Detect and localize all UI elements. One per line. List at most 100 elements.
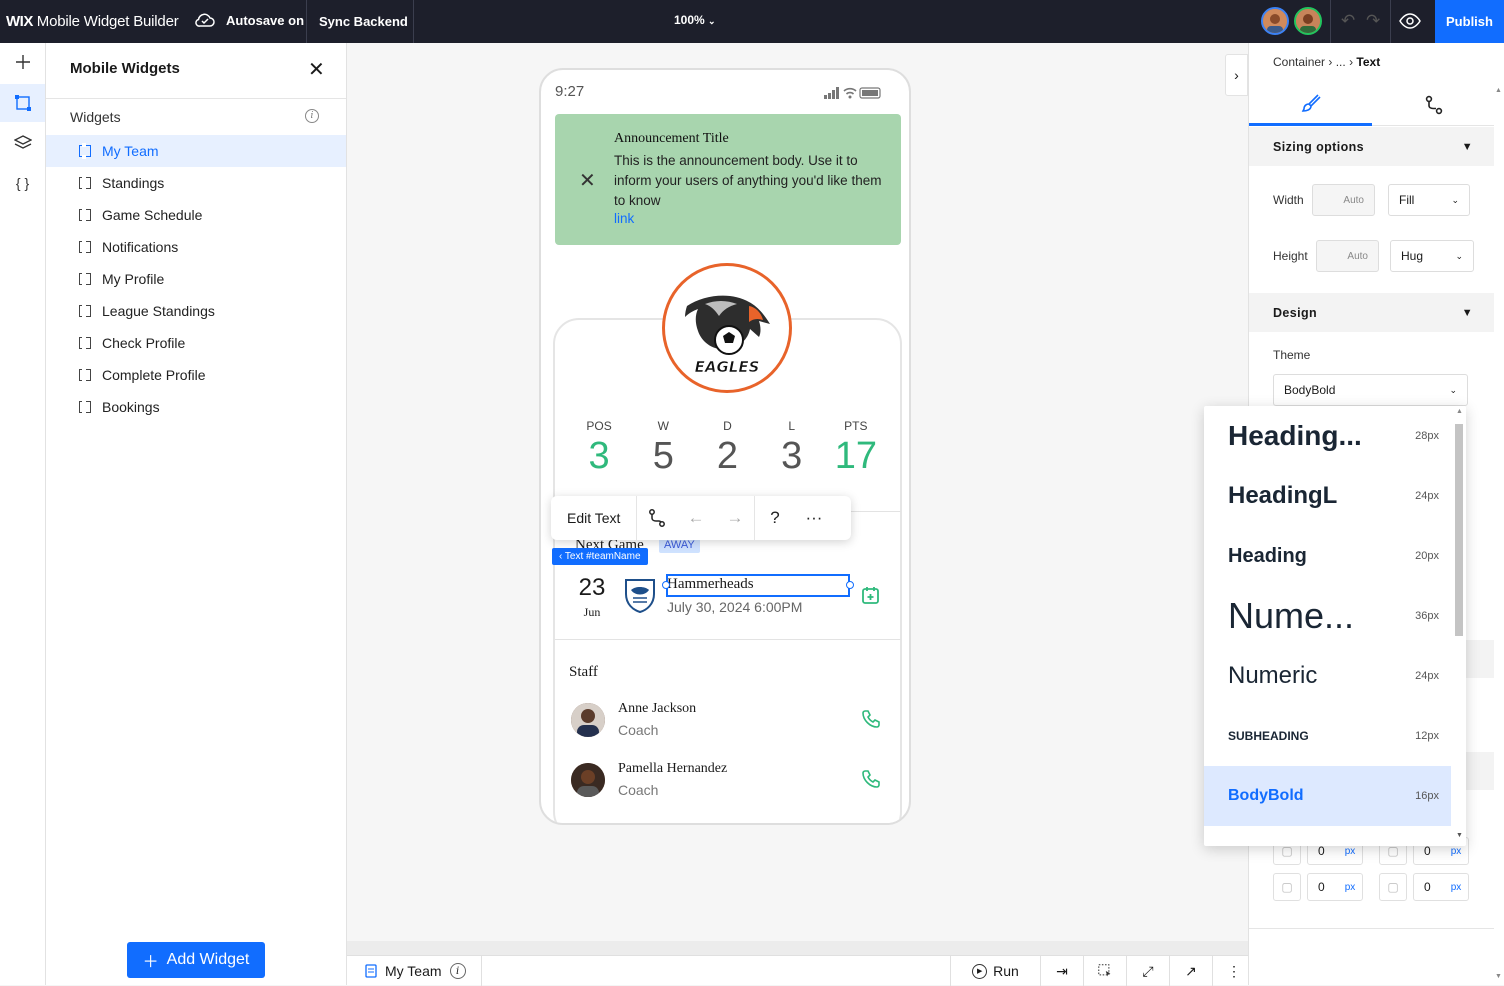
- expand-icon[interactable]: ⤢: [1126, 956, 1169, 986]
- redo-icon[interactable]: ↷: [1366, 11, 1380, 31]
- stat-l: L3: [762, 419, 822, 478]
- help-icon[interactable]: ?: [755, 496, 794, 540]
- theme-option-heading-xl[interactable]: Heading... 28px: [1204, 406, 1451, 466]
- layers-icon[interactable]: [0, 124, 45, 162]
- widget-icon: [79, 239, 91, 255]
- widget-item-standings[interactable]: Standings: [46, 167, 346, 199]
- width-mode-value: Fill: [1399, 193, 1415, 207]
- option-label: Heading...: [1228, 420, 1362, 451]
- dropdown-scrollbar[interactable]: ▲ ▼: [1452, 406, 1466, 846]
- code-braces-icon[interactable]: { }: [0, 164, 45, 202]
- selection-frame[interactable]: [666, 574, 850, 597]
- padding-right-input[interactable]: 0 px: [1307, 873, 1363, 901]
- widget-item-game-schedule[interactable]: Game Schedule: [46, 199, 346, 231]
- close-icon[interactable]: ✕: [308, 60, 325, 80]
- breadcrumb-item[interactable]: Container: [1273, 55, 1325, 69]
- element-toolbar: Edit Text ← → ? ···: [551, 496, 851, 540]
- canvas-scrollbar[interactable]: [347, 941, 1249, 955]
- widget-item-bookings[interactable]: Bookings: [46, 391, 346, 423]
- brand-name: Mobile Widget Builder: [32, 13, 179, 30]
- tab-design[interactable]: [1249, 83, 1372, 126]
- widget-icon: [79, 335, 91, 351]
- select-tool-icon[interactable]: [1083, 956, 1126, 986]
- sizing-options-section[interactable]: Sizing options ▼: [1249, 127, 1495, 166]
- theme-option-subheading[interactable]: SUBHEADING 12px: [1204, 706, 1451, 766]
- option-label: Nume...: [1228, 595, 1355, 636]
- theme-option-numeric[interactable]: Numeric 24px: [1204, 646, 1451, 706]
- arrow-right-icon[interactable]: →: [715, 496, 754, 540]
- padding-unit: px: [1344, 881, 1356, 893]
- run-button[interactable]: ▶ Run: [950, 956, 1040, 986]
- status-icons: [824, 86, 882, 104]
- design-section[interactable]: Design ▼: [1249, 293, 1495, 332]
- resize-handle[interactable]: [846, 581, 854, 589]
- widget-icon: [79, 303, 91, 319]
- scrollbar-thumb[interactable]: [1455, 424, 1463, 636]
- divider: [1249, 928, 1495, 929]
- widget-item-complete-profile[interactable]: Complete Profile: [46, 359, 346, 391]
- breadcrumb-item[interactable]: ...: [1336, 55, 1346, 69]
- scroll-down-icon[interactable]: ▼: [1456, 832, 1463, 839]
- staff-role: Coach: [618, 782, 659, 798]
- sync-backend-button[interactable]: Sync Backend: [319, 14, 408, 29]
- scroll-up-icon[interactable]: ▲: [1495, 87, 1502, 94]
- zoom-select[interactable]: 100% ⌄: [674, 13, 716, 27]
- info-icon[interactable]: i: [449, 963, 466, 979]
- widget-item-label: Check Profile: [102, 335, 186, 351]
- avatar[interactable]: [1261, 7, 1289, 35]
- scroll-down-icon[interactable]: ▼: [1495, 973, 1502, 980]
- phone-icon[interactable]: [861, 709, 881, 734]
- theme-option-bodybold[interactable]: BodyBold 16px: [1204, 766, 1451, 826]
- widget-item-my-profile[interactable]: My Profile: [46, 263, 346, 295]
- divider: [555, 639, 901, 640]
- height-input[interactable]: Auto: [1316, 240, 1379, 272]
- announcement-body: This is the announcement body. Use it to…: [614, 153, 882, 208]
- theme-select[interactable]: BodyBold ⌄: [1273, 374, 1468, 406]
- selection-tag[interactable]: ‹ Text #teamName: [552, 548, 648, 565]
- indent-icon[interactable]: ⇥: [1040, 956, 1083, 986]
- widget-item-check-profile[interactable]: Check Profile: [46, 327, 346, 359]
- calendar-add-icon[interactable]: [861, 585, 881, 610]
- width-input[interactable]: Auto: [1312, 184, 1375, 216]
- width-mode-select[interactable]: Fill ⌄: [1388, 184, 1470, 216]
- padding-bottom-icon: ▢: [1379, 873, 1407, 901]
- autosave-status[interactable]: Autosave on: [194, 12, 304, 28]
- widget-item-league-standings[interactable]: League Standings: [46, 295, 346, 327]
- resize-handle[interactable]: [662, 581, 670, 589]
- bottom-actions: ▶ Run ⇥ ⤢ ↗ ⋮: [950, 956, 1255, 986]
- collapse-panel-button[interactable]: ›: [1225, 54, 1248, 96]
- scroll-up-icon[interactable]: ▲: [1456, 408, 1463, 415]
- more-icon[interactable]: ···: [794, 496, 833, 540]
- connect-icon[interactable]: [637, 496, 676, 540]
- padding-unit: px: [1450, 845, 1462, 857]
- widgets-icon[interactable]: [0, 84, 45, 122]
- widget-item-my-team[interactable]: My Team: [46, 135, 346, 167]
- info-icon[interactable]: i: [305, 109, 319, 123]
- announcement-link[interactable]: link: [614, 211, 634, 226]
- tab-my-team[interactable]: My Team i: [347, 956, 482, 986]
- chevron-down-icon: ⌄: [1451, 194, 1459, 205]
- theme-option-numeric-xl[interactable]: Nume... 36px: [1204, 586, 1451, 646]
- undo-icon[interactable]: ↶: [1341, 11, 1355, 31]
- theme-label: Theme: [1273, 348, 1311, 362]
- preview-eye-icon[interactable]: [1399, 11, 1421, 34]
- avatar[interactable]: [1294, 7, 1322, 35]
- theme-option-heading-l[interactable]: HeadingL 24px: [1204, 466, 1451, 526]
- add-widget-label: Add Widget: [166, 951, 250, 968]
- publish-button[interactable]: Publish: [1435, 0, 1504, 43]
- panel-scrollbar[interactable]: ▲ ▼: [1494, 43, 1504, 985]
- height-mode-select[interactable]: Hug ⌄: [1390, 240, 1474, 272]
- tab-connect[interactable]: [1372, 83, 1495, 126]
- phone-icon[interactable]: [861, 769, 881, 794]
- option-label: SUBHEADING: [1228, 729, 1309, 743]
- widgets-sidebar: Mobile Widgets ✕ Widgets i My Team Stand…: [46, 43, 347, 985]
- open-external-icon[interactable]: ↗: [1169, 956, 1212, 986]
- close-icon[interactable]: ✕: [579, 168, 596, 193]
- arrow-left-icon[interactable]: ←: [676, 496, 715, 540]
- theme-option-heading[interactable]: Heading 20px: [1204, 526, 1451, 586]
- widget-item-notifications[interactable]: Notifications: [46, 231, 346, 263]
- padding-bottom-input[interactable]: 0 px: [1413, 873, 1469, 901]
- add-widget-button[interactable]: ＋ Add Widget: [127, 942, 265, 978]
- add-plus-icon[interactable]: [0, 43, 45, 81]
- edit-text-button[interactable]: Edit Text: [551, 496, 638, 540]
